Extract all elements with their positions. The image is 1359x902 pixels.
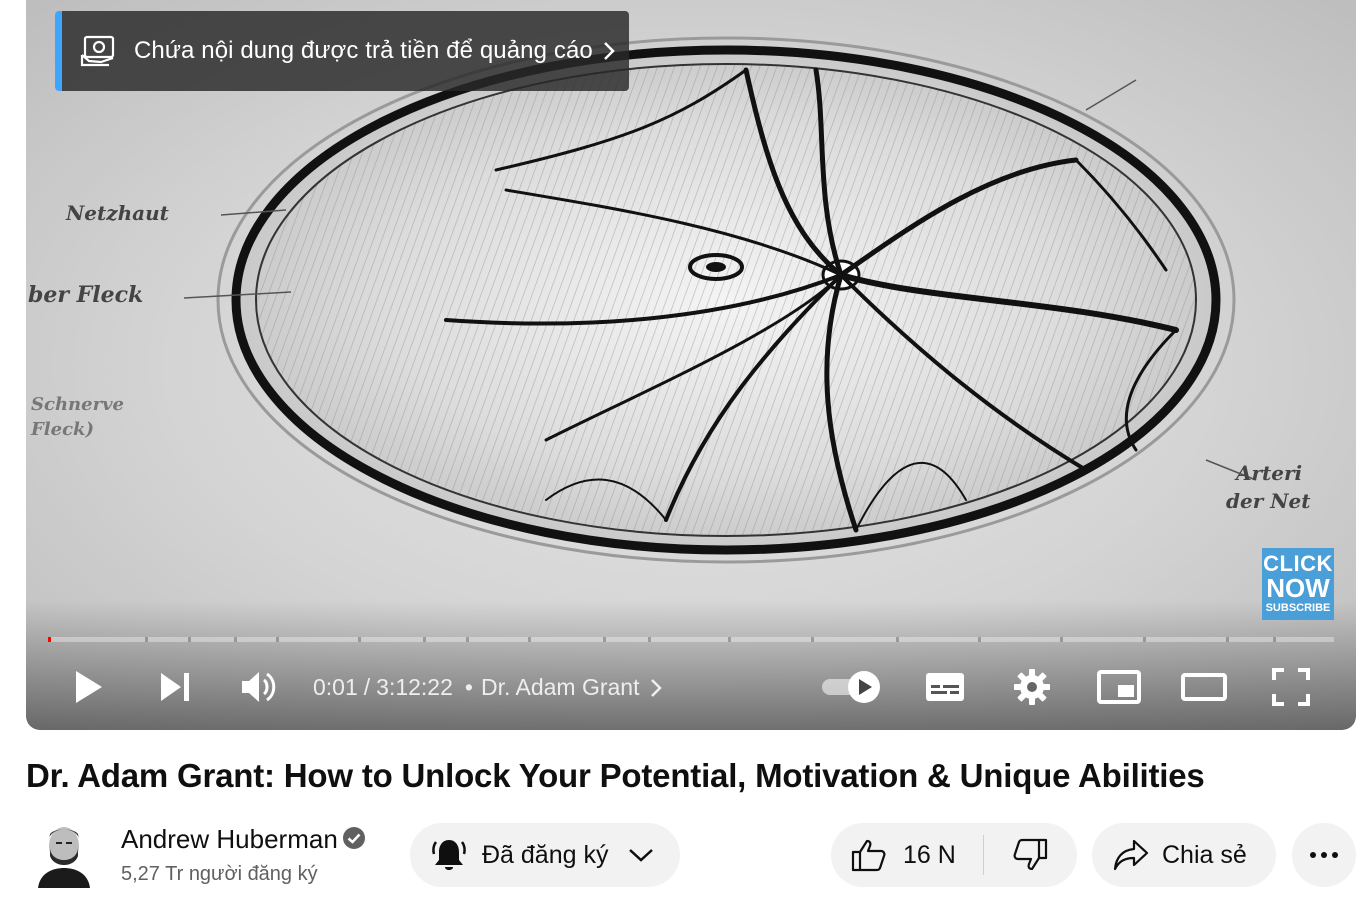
paid-promotion-text: Chứa nội dung được trả tiền để quảng cáo	[134, 37, 593, 64]
video-title: Dr. Adam Grant: How to Unlock Your Poten…	[26, 757, 1205, 794]
duration: 3:12:22	[376, 674, 453, 700]
dislike-button[interactable]	[984, 823, 1076, 887]
chapter-marker	[603, 637, 606, 642]
settings-gear-icon	[1014, 669, 1050, 705]
chapter-dot: •	[464, 674, 473, 700]
share-button[interactable]: Chia sẻ	[1092, 823, 1276, 887]
more-dots-icon	[1310, 852, 1338, 858]
watermark-line-2: NOW	[1266, 573, 1330, 603]
fullscreen-button[interactable]	[1266, 665, 1316, 709]
like-dislike-group: 16 N	[831, 823, 1077, 887]
chapter-marker	[188, 637, 191, 642]
channel-owner: Andrew Huberman 5,27 Tr người đăng ký	[34, 818, 394, 892]
channel-name[interactable]: Andrew Huberman	[121, 824, 339, 855]
time-display: 0:01 / 3:12:22 • Dr. Adam Grant	[313, 674, 663, 701]
play-button[interactable]	[66, 665, 112, 709]
chapter-marker	[276, 637, 279, 642]
verified-check-icon	[343, 827, 365, 849]
chapter-marker	[811, 637, 814, 642]
chapter-marker	[145, 637, 148, 642]
fullscreen-icon	[1272, 668, 1310, 706]
chevron-right-icon	[651, 678, 663, 697]
progress-bar[interactable]	[48, 637, 1334, 642]
autoplay-toggle[interactable]	[816, 665, 886, 709]
thumbs-up-icon	[851, 839, 886, 872]
volume-icon	[242, 672, 276, 702]
chapter-marker	[978, 637, 981, 642]
chapter-marker	[1273, 637, 1276, 642]
art-label-4: Fleck)	[30, 419, 94, 440]
miniplayer-button[interactable]	[1094, 665, 1144, 709]
share-arrow-icon	[1113, 839, 1149, 871]
art-label-2: ber Fleck	[28, 282, 143, 308]
art-label-1: Netzhaut	[65, 201, 170, 225]
settings-button[interactable]	[1008, 665, 1056, 709]
chapter-marker	[648, 637, 651, 642]
watermark-line-1: CLICK	[1263, 551, 1333, 576]
chapter-marker	[1143, 637, 1146, 642]
chapter-marker	[1060, 637, 1063, 642]
progress-played	[48, 637, 51, 642]
watermark-line-3: SUBSCRIBE	[1265, 602, 1331, 614]
chevron-right-icon	[604, 42, 615, 60]
player-controls: 0:01 / 3:12:22 • Dr. Adam Grant	[26, 655, 1356, 721]
time-separator: /	[363, 674, 371, 700]
more-actions-button[interactable]	[1292, 823, 1356, 887]
chapter-marker	[466, 637, 469, 642]
subtitles-button[interactable]	[920, 665, 970, 709]
paid-promotion-banner[interactable]: Chứa nội dung được trả tiền để quảng cáo	[55, 11, 629, 91]
thumbs-down-icon	[1013, 838, 1048, 871]
chapter-marker	[528, 637, 531, 642]
share-label: Chia sẻ	[1162, 840, 1247, 869]
chapter-marker	[896, 637, 899, 642]
subtitles-icon	[926, 673, 964, 701]
paid-promotion-icon	[80, 35, 115, 67]
miniplayer-icon	[1097, 670, 1141, 704]
current-time: 0:01	[313, 674, 358, 700]
art-label-3: Schnerve	[31, 394, 124, 415]
theater-mode-icon	[1181, 673, 1227, 701]
like-count: 16 N	[903, 840, 956, 869]
subscribed-label: Đã đăng ký	[482, 840, 609, 869]
bell-icon	[432, 840, 466, 870]
avatar[interactable]	[34, 818, 94, 888]
chapter-marker	[358, 637, 361, 642]
next-icon	[161, 673, 189, 701]
chapter-title[interactable]: Dr. Adam Grant	[481, 674, 640, 701]
art-label-5: Arteri	[1234, 461, 1302, 485]
video-player[interactable]: Netzhaut ber Fleck Schnerve Fleck) Arter…	[26, 0, 1356, 730]
chevron-down-icon	[629, 849, 654, 862]
next-button[interactable]	[152, 665, 198, 709]
chapter-marker	[728, 637, 731, 642]
art-label-6: der Net	[1226, 489, 1311, 513]
subscriber-count: 5,27 Tr người đăng ký	[121, 863, 318, 885]
like-button[interactable]: 16 N	[831, 823, 983, 887]
chapter-marker	[423, 637, 426, 642]
chapter-marker	[234, 637, 237, 642]
subscribe-watermark[interactable]: CLICK NOW SUBSCRIBE	[1262, 548, 1334, 620]
mute-button[interactable]	[236, 665, 282, 709]
theater-mode-button[interactable]	[1178, 665, 1230, 709]
play-icon	[76, 671, 102, 703]
chapter-marker	[1226, 637, 1229, 642]
subscribed-button[interactable]: Đã đăng ký	[410, 823, 680, 887]
autoplay-toggle-icon	[822, 671, 880, 703]
